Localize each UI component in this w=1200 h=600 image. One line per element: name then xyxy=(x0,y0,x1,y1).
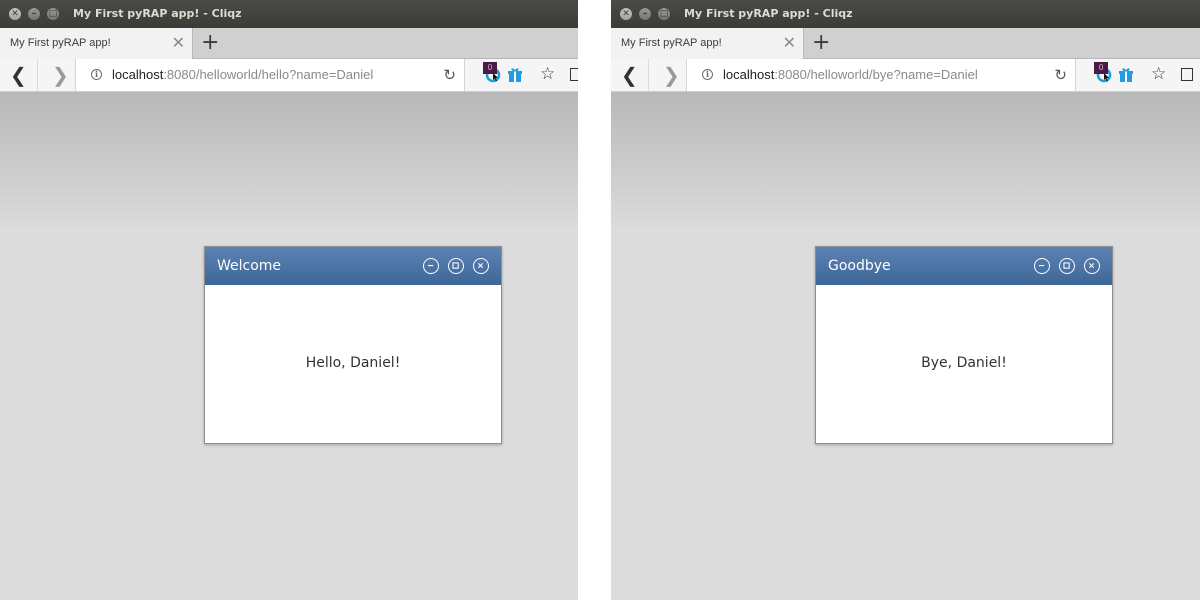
maximize-icon: □ xyxy=(48,9,58,19)
dialog-message: Bye, Daniel! xyxy=(921,355,1007,371)
maximize-icon[interactable] xyxy=(1059,258,1075,274)
browser-window-right: ✕ – □ My First pyRAP app! - Cliqz My Fir… xyxy=(611,0,1200,600)
minimize-icon[interactable] xyxy=(1034,258,1050,274)
tab-active[interactable]: My First pyRAP app! ✕ xyxy=(611,28,804,59)
dialog-header[interactable]: Goodbye xyxy=(816,247,1112,285)
extension-badge: 0 xyxy=(483,62,497,74)
dialog-message: Hello, Daniel! xyxy=(305,355,401,371)
gift-icon[interactable] xyxy=(507,67,523,83)
close-icon[interactable] xyxy=(1084,258,1100,274)
info-icon[interactable]: i xyxy=(702,69,713,80)
window-close-button[interactable]: ✕ xyxy=(619,7,633,21)
forward-arrow-icon[interactable]: ❯ xyxy=(663,65,680,85)
window-close-button[interactable]: ✕ xyxy=(8,7,22,21)
page-content: Welcome Hello, Daniel! xyxy=(0,92,578,600)
tab-label: My First pyRAP app! xyxy=(621,37,722,49)
titlebar: ✕ – □ My First pyRAP app! - Cliqz xyxy=(0,0,578,28)
dialog-goodbye: Goodbye Bye, Daniel! xyxy=(815,246,1113,444)
dialog-welcome: Welcome Hello, Daniel! xyxy=(204,246,502,444)
minimize-icon: – xyxy=(642,9,648,19)
dialog-body: Hello, Daniel! xyxy=(205,285,501,443)
star-icon[interactable]: ☆ xyxy=(1151,65,1166,83)
url-path: :8080/helloworld/bye?name=Daniel xyxy=(774,67,978,82)
url-host: localhost xyxy=(112,67,164,82)
back-arrow-icon[interactable]: ❮ xyxy=(621,65,638,85)
tab-active[interactable]: My First pyRAP app! ✕ xyxy=(0,28,193,59)
navigation-bar: ❮ ❯ i localhost:8080/helloworld/hello?na… xyxy=(0,59,578,92)
dialog-header[interactable]: Welcome xyxy=(205,247,501,285)
url-bar[interactable]: i localhost:8080/helloworld/bye?name=Dan… xyxy=(686,59,1076,91)
back-arrow-icon[interactable]: ❮ xyxy=(10,65,27,85)
new-tab-icon[interactable]: + xyxy=(812,32,830,54)
browser-window-left: ✕ – □ My First pyRAP app! - Cliqz My Fir… xyxy=(0,0,578,600)
library-icon[interactable] xyxy=(570,68,578,81)
nav-divider xyxy=(648,59,649,91)
tab-strip: My First pyRAP app! ✕ + xyxy=(611,28,1200,59)
url-host: localhost xyxy=(723,67,775,82)
forward-arrow-icon[interactable]: ❯ xyxy=(52,65,69,85)
close-icon: ✕ xyxy=(11,9,19,19)
extension-badge: 0 xyxy=(1094,62,1108,74)
dialog-body: Bye, Daniel! xyxy=(816,285,1112,443)
maximize-icon: □ xyxy=(659,9,669,19)
new-tab-icon[interactable]: + xyxy=(201,32,219,54)
window-minimize-button[interactable]: – xyxy=(27,7,41,21)
url-path: :8080/helloworld/hello?name=Daniel xyxy=(163,67,374,82)
nav-divider xyxy=(37,59,38,91)
tab-label: My First pyRAP app! xyxy=(10,37,111,49)
minimize-icon[interactable] xyxy=(423,258,439,274)
navigation-bar: ❮ ❯ i localhost:8080/helloworld/bye?name… xyxy=(611,59,1200,92)
url-text[interactable]: localhost:8080/helloworld/hello?name=Dan… xyxy=(112,67,373,82)
tab-strip: My First pyRAP app! ✕ + xyxy=(0,28,578,59)
reload-icon[interactable]: ↻ xyxy=(443,66,456,84)
tab-close-icon[interactable]: ✕ xyxy=(783,35,796,51)
window-maximize-button[interactable]: □ xyxy=(657,7,671,21)
star-icon[interactable]: ☆ xyxy=(540,65,555,83)
page-content: Goodbye Bye, Daniel! xyxy=(611,92,1200,600)
reload-icon[interactable]: ↻ xyxy=(1054,66,1067,84)
minimize-icon: – xyxy=(31,9,37,19)
url-bar[interactable]: i localhost:8080/helloworld/hello?name=D… xyxy=(75,59,465,91)
titlebar: ✕ – □ My First pyRAP app! - Cliqz xyxy=(611,0,1200,28)
window-title: My First pyRAP app! - Cliqz xyxy=(73,7,242,20)
close-icon[interactable] xyxy=(473,258,489,274)
tab-close-icon[interactable]: ✕ xyxy=(172,35,185,51)
close-icon: ✕ xyxy=(622,9,630,19)
window-maximize-button[interactable]: □ xyxy=(46,7,60,21)
dialog-title: Goodbye xyxy=(828,258,891,274)
library-icon[interactable] xyxy=(1181,68,1193,81)
url-text[interactable]: localhost:8080/helloworld/bye?name=Danie… xyxy=(723,67,978,82)
info-icon[interactable]: i xyxy=(91,69,102,80)
window-title: My First pyRAP app! - Cliqz xyxy=(684,7,853,20)
gift-icon[interactable] xyxy=(1118,67,1134,83)
dialog-title: Welcome xyxy=(217,258,282,274)
maximize-icon[interactable] xyxy=(448,258,464,274)
window-minimize-button[interactable]: – xyxy=(638,7,652,21)
